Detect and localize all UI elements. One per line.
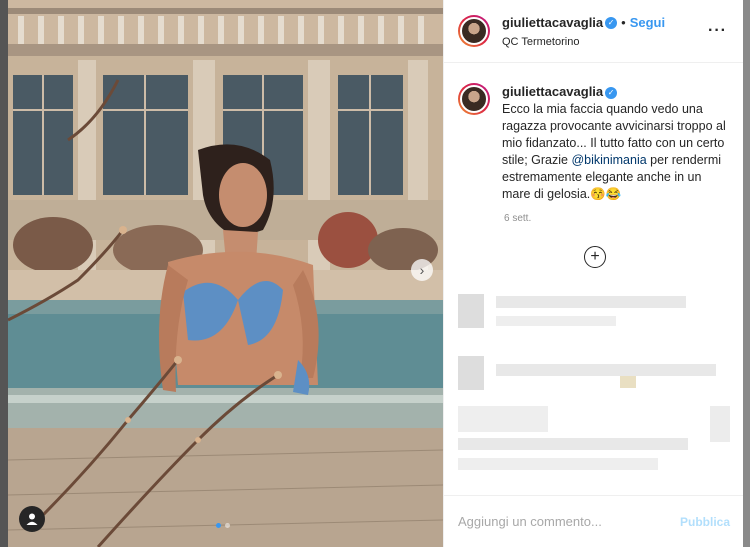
chevron-right-icon: › [419, 262, 425, 278]
user-tags-button[interactable] [19, 506, 45, 532]
caption-text: giuliettacavaglia ✓ Ecco la mia faccia qu… [502, 83, 729, 203]
comment-input[interactable] [458, 514, 680, 529]
avatar[interactable] [458, 15, 490, 47]
header-user-block: giuliettacavaglia ✓ • Segui QC Termetorino [502, 13, 665, 48]
avatar-image [460, 17, 488, 45]
user-icon [26, 513, 38, 525]
backdrop-left [0, 0, 8, 547]
carousel-dot-active [216, 523, 221, 528]
caption: giuliettacavaglia ✓ Ecco la mia faccia qu… [444, 63, 743, 203]
next-slide-button[interactable]: › [411, 259, 433, 281]
carousel-dot [225, 523, 230, 528]
instagram-post-modal: › giuliettacavaglia ✓ • Segui QC Termetorin… [0, 0, 750, 547]
separator: • [621, 15, 626, 31]
header-username[interactable]: giuliettacavaglia [502, 15, 603, 30]
more-horizontal-icon: ··· [708, 22, 727, 39]
photo-scene [8, 0, 443, 547]
caption-avatar[interactable] [458, 83, 490, 115]
verified-badge-icon: ✓ [605, 86, 618, 99]
carousel-indicator [216, 523, 230, 528]
caption-username[interactable]: giuliettacavaglia [502, 84, 603, 99]
follow-button[interactable]: Segui [630, 15, 665, 30]
comment-bar: Pubblica [444, 495, 744, 547]
backdrop-right [743, 0, 750, 547]
publish-button[interactable]: Pubblica [680, 515, 730, 529]
post-timestamp[interactable]: 6 sett. [504, 213, 743, 224]
more-options-button[interactable]: ··· [708, 22, 727, 40]
plus-circle-icon: + [590, 248, 600, 265]
location-link[interactable]: QC Termetorino [502, 36, 665, 49]
post-header: giuliettacavaglia ✓ • Segui QC Termetorino … [444, 0, 743, 63]
avatar-image [460, 85, 488, 113]
mention-link[interactable]: @bikinimania [571, 153, 646, 167]
post-photo[interactable] [8, 0, 443, 547]
post-side-panel: giuliettacavaglia ✓ • Segui QC Termetorino … [443, 0, 744, 547]
load-more-comments-button[interactable]: + [584, 246, 606, 268]
blurred-comments [444, 288, 744, 493]
verified-badge-icon: ✓ [605, 17, 618, 30]
